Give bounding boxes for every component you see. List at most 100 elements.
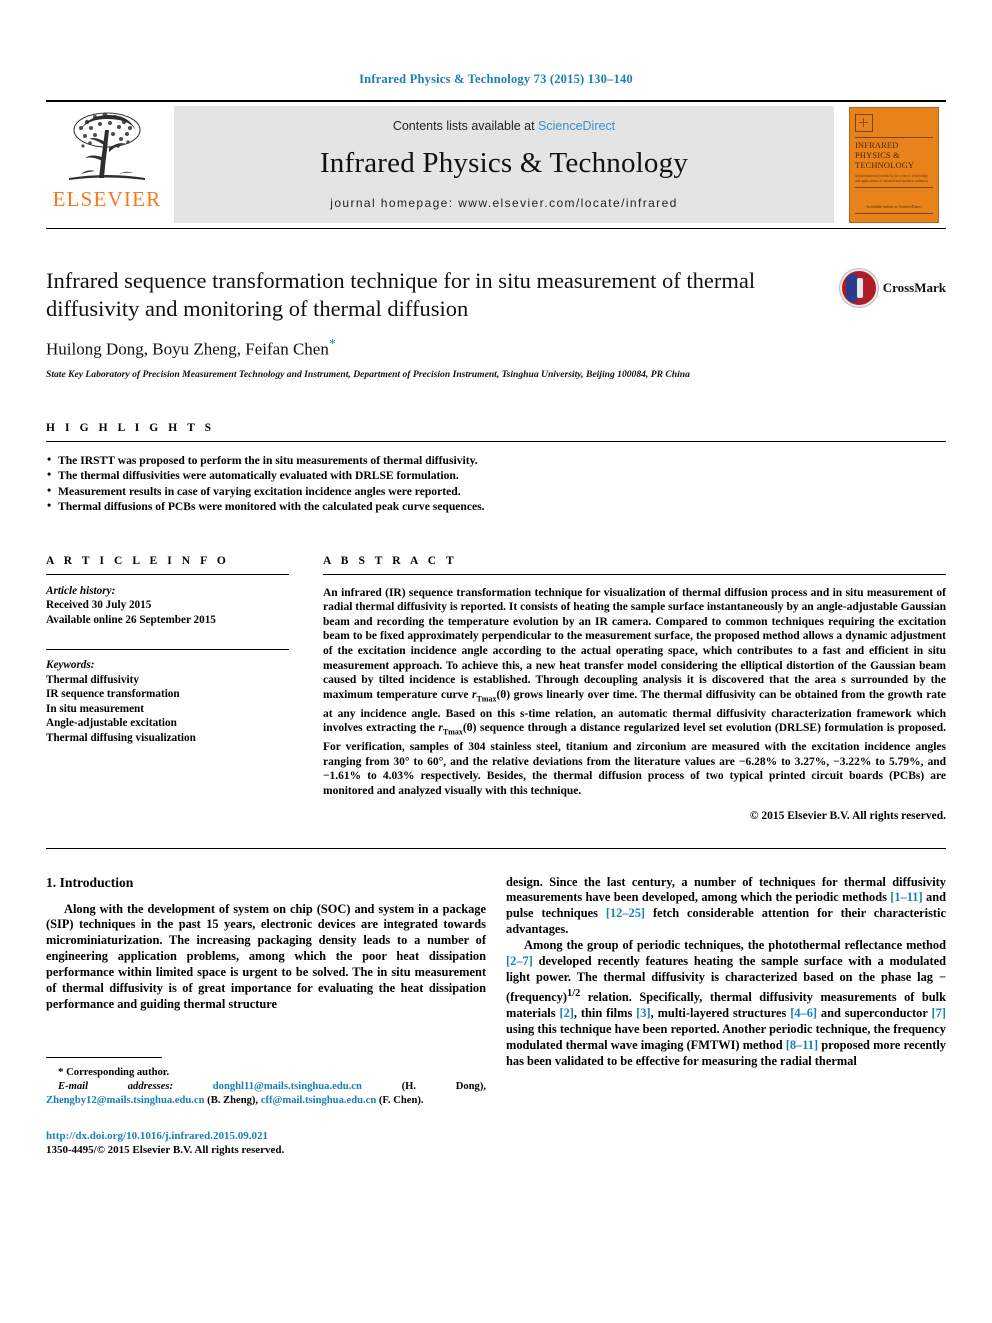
article-history: Article history: Received 30 July 2015 A… <box>46 584 289 628</box>
email-link-1[interactable]: donghl11@mails.tsinghua.edu.cn <box>213 1081 362 1092</box>
title-block: CrossMark Infrared sequence transformati… <box>46 267 946 380</box>
email-link-2[interactable]: Zhengby12@mails.tsinghua.edu.cn <box>46 1095 205 1106</box>
keywords-block: Keywords: Thermal diffusivity IR sequenc… <box>46 649 289 745</box>
copyright-line: © 2015 Elsevier B.V. All rights reserved… <box>749 809 946 822</box>
abstract-symbol-sub-1: Tmax <box>476 694 497 704</box>
email-owner-1: (H. Dong), <box>361 1080 487 1092</box>
body-separator-rule <box>46 847 946 849</box>
masthead-center: Contents lists available at ScienceDirec… <box>174 106 834 223</box>
cover-elsevier-icon <box>855 114 873 132</box>
contents-prefix: Contents lists available at <box>392 118 539 133</box>
email-addresses: E-mail addresses: donghl11@mails.tsinghu… <box>46 1080 486 1108</box>
cover-bottom-rule <box>855 213 933 214</box>
abstract-heading: A B S T R A C T <box>323 554 458 567</box>
citation-ref[interactable]: [12–25] <box>606 906 645 920</box>
contents-list-line: Contents lists available at ScienceDirec… <box>393 119 615 133</box>
footnote-block: * Corresponding author. E-mail addresses… <box>46 1056 486 1158</box>
exponent-half: 1/2 <box>567 987 581 999</box>
sciencedirect-link[interactable]: ScienceDirect <box>538 119 615 133</box>
abstract-symbol-sub-2: Tmax <box>442 727 463 737</box>
abstract-symbol-arg-2: (θ) <box>462 722 477 735</box>
section-heading-introduction: 1. Introduction <box>46 874 134 890</box>
cover-footer: Available online at ScienceDirect <box>865 204 923 209</box>
list-item: The IRSTT was proposed to perform the in… <box>46 452 946 469</box>
article-info-section: A R T I C L E I N F O Article history: R… <box>46 555 289 822</box>
body-column-right: design. Since the last century, a number… <box>506 875 946 1158</box>
cover-subtitle: an international journal for the science… <box>855 174 929 183</box>
keyword-item: IR sequence transformation <box>46 688 180 701</box>
citation-ref[interactable]: [7] <box>932 1006 946 1020</box>
corresponding-author-text: Corresponding author. <box>63 1066 170 1078</box>
right-p2-d: , thin films <box>573 1005 637 1020</box>
cover-image: Infrared Physics & Technology an interna… <box>849 107 939 223</box>
article-info-heading: A R T I C L E I N F O <box>46 554 230 567</box>
highlights-list: The IRSTT was proposed to perform the in… <box>46 452 946 515</box>
list-item: Measurement results in case of varying e… <box>46 483 946 500</box>
body-column-left: 1. Introduction Along with the developme… <box>46 875 486 1158</box>
cover-title: Infrared Physics & Technology <box>855 141 915 170</box>
history-available-online: Available online 26 September 2015 <box>46 613 216 626</box>
article-history-label: Article history: <box>46 584 116 597</box>
body-columns: 1. Introduction Along with the developme… <box>46 875 946 1158</box>
right-p2-a: Among the group of periodic techniques, … <box>524 938 946 953</box>
intro-paragraph-right-1: design. Since the last century, a number… <box>506 875 946 939</box>
journal-title: Infrared Physics & Technology <box>319 146 689 179</box>
crossmark-icon <box>839 269 878 307</box>
email-label: E-mail addresses: <box>58 1080 174 1092</box>
keyword-item: Thermal diffusivity <box>46 673 139 686</box>
crossmark-label: CrossMark <box>882 280 946 295</box>
cover-divider <box>855 137 933 138</box>
email-owner-2: (B. Zheng), <box>204 1094 261 1106</box>
email-link-3[interactable]: cff@mail.tsinghua.edu.cn <box>261 1095 377 1106</box>
list-item: Thermal diffusions of PCBs were monitore… <box>46 498 946 515</box>
citation-ref[interactable]: [3] <box>636 1006 650 1020</box>
cover-divider-2 <box>855 187 933 188</box>
abstract-part-1: An infrared (IR) sequence transformation… <box>323 586 946 701</box>
keywords-rule <box>46 649 289 651</box>
citation-ref[interactable]: [2] <box>559 1006 573 1020</box>
intro-paragraph-right-2: Among the group of periodic techniques, … <box>506 938 946 1069</box>
citation-ref[interactable]: [2–7] <box>506 954 533 968</box>
doi-block: http://dx.doi.org/10.1016/j.infrared.201… <box>46 1129 486 1158</box>
corresponding-author-note: * Corresponding author. <box>46 1065 486 1080</box>
citation-ref[interactable]: [8–11] <box>786 1038 818 1052</box>
paper-page: Infrared Physics & Technology 73 (2015) … <box>0 0 992 1323</box>
doi-link[interactable]: http://dx.doi.org/10.1016/j.infrared.201… <box>46 1129 486 1144</box>
corresponding-author-marker: * <box>328 337 336 352</box>
abstract-symbol-arg-1: (θ) <box>496 688 511 701</box>
right-p1-a: design. Since the last century, a number… <box>506 874 946 905</box>
elsevier-tree-icon <box>69 112 145 180</box>
highlights-heading: H I G H L I G H T S <box>46 421 215 434</box>
abstract-rule <box>323 573 946 575</box>
history-received: Received 30 July 2015 <box>46 599 152 612</box>
keywords-list: Keywords: Thermal diffusivity IR sequenc… <box>46 658 289 745</box>
citation-ref[interactable]: [4–6] <box>790 1006 817 1020</box>
abstract-section: A B S T R A C T An infrared (IR) sequenc… <box>323 555 946 822</box>
footnote-rule <box>46 1056 162 1058</box>
keyword-item: Angle-adjustable excitation <box>46 717 177 730</box>
elsevier-logo: ELSEVIER <box>46 102 168 228</box>
citation-ref[interactable]: [1–11] <box>890 890 922 904</box>
issn-copyright-line: 1350-4495/© 2015 Elsevier B.V. All right… <box>46 1144 285 1157</box>
crossmark-badge[interactable]: CrossMark <box>839 269 946 307</box>
abstract-text: An infrared (IR) sequence transformation… <box>323 586 946 799</box>
affiliation: State Key Laboratory of Precision Measur… <box>46 368 690 380</box>
list-item: The thermal diffusivities were automatic… <box>46 467 946 484</box>
page-title: Infrared sequence transformation techniq… <box>46 268 756 321</box>
intro-paragraph-left: Along with the development of system on … <box>46 901 486 1011</box>
right-p2-e: , multi-layered structures <box>650 1005 791 1020</box>
email-owner-3: (F. Chen). <box>376 1094 424 1106</box>
journal-homepage[interactable]: journal homepage: www.elsevier.com/locat… <box>330 196 677 210</box>
running-head: Infrared Physics & Technology 73 (2015) … <box>359 72 633 86</box>
keyword-item: Thermal diffusing visualization <box>46 731 196 744</box>
elsevier-wordmark: ELSEVIER <box>52 187 162 211</box>
info-abstract-row: A R T I C L E I N F O Article history: R… <box>46 555 946 822</box>
journal-masthead: ELSEVIER Contents lists available at Sci… <box>46 100 946 229</box>
highlights-rule <box>46 440 946 442</box>
author-names: Huilong Dong, Boyu Zheng, Feifan Chen <box>46 339 329 359</box>
article-info-rule <box>46 573 289 575</box>
journal-cover-thumbnail: Infrared Physics & Technology an interna… <box>842 102 946 228</box>
highlights-section: H I G H L I G H T S The IRSTT was propos… <box>46 422 946 515</box>
keyword-item: In situ measurement <box>46 702 144 715</box>
author-list: Huilong Dong, Boyu Zheng, Feifan Chen* <box>46 337 946 360</box>
